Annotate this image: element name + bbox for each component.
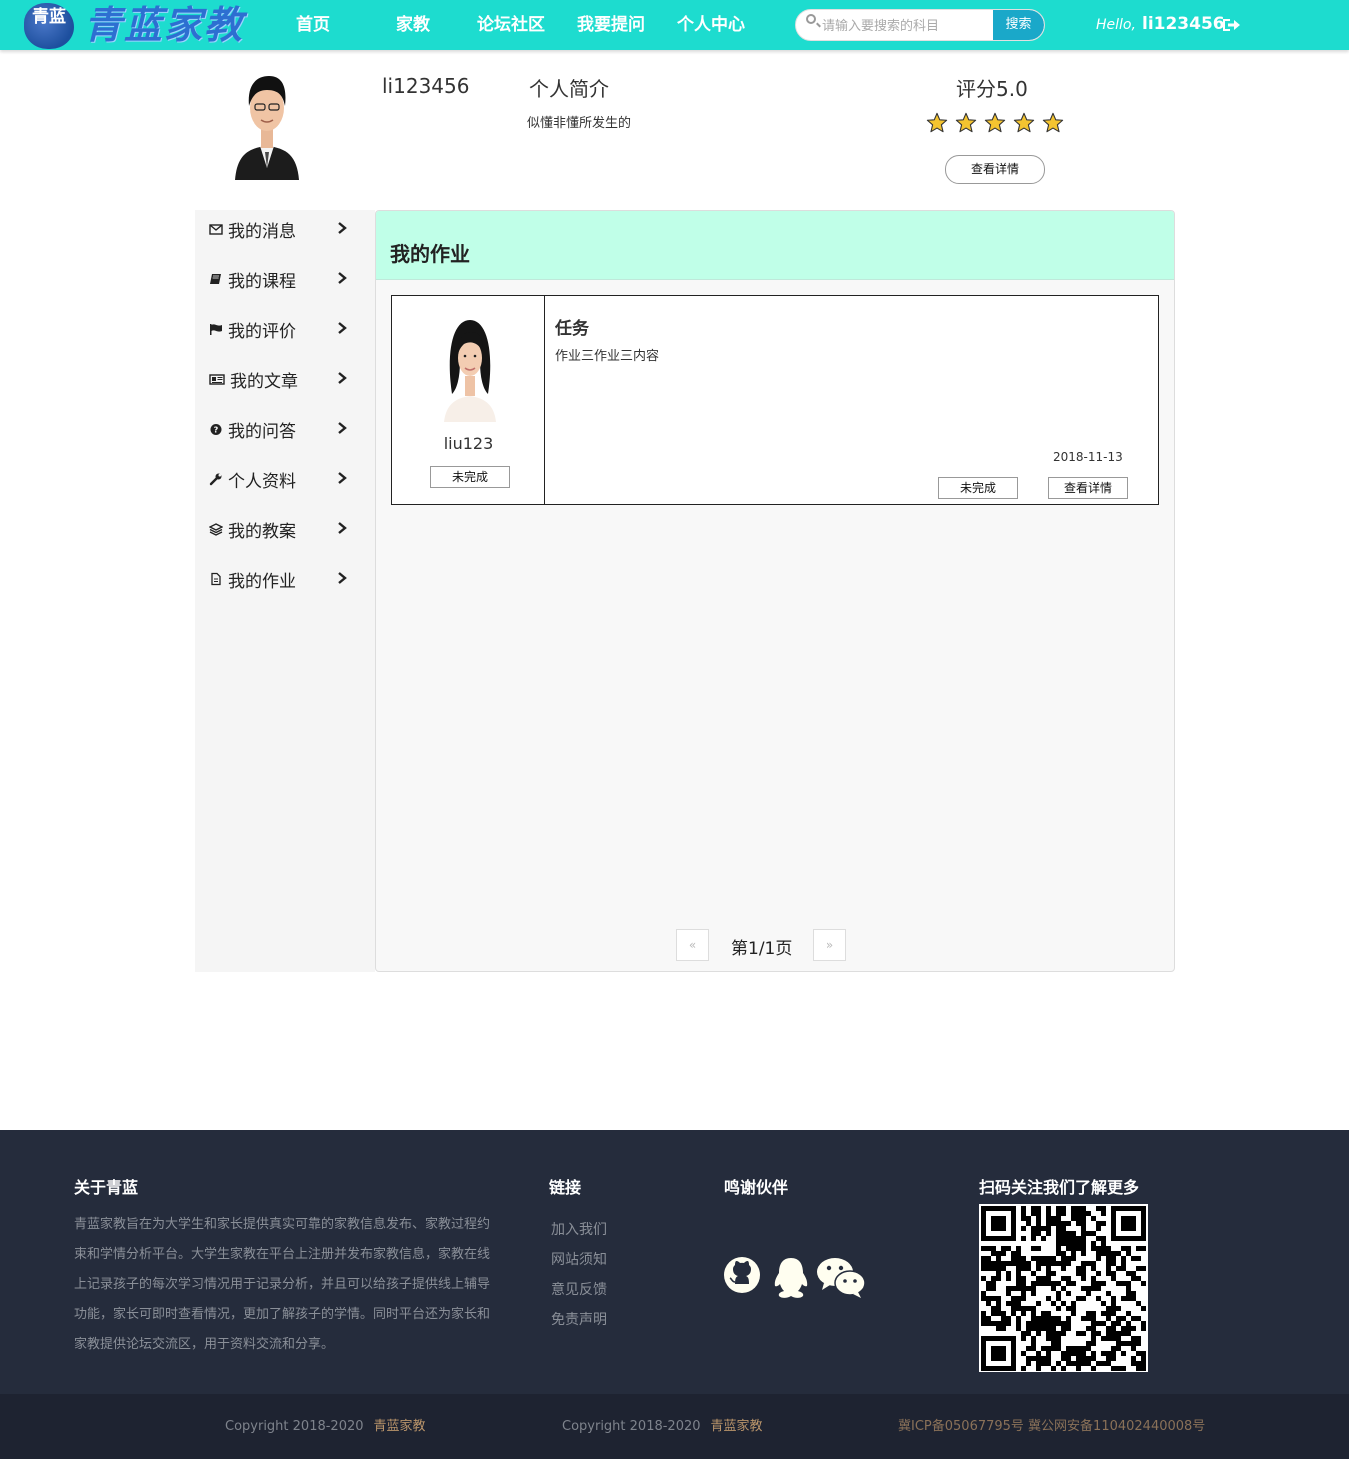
sidebar-item-label: 我的消息	[228, 222, 296, 242]
logo-seal: 青蓝	[24, 3, 74, 49]
page-indicator: 第1/1页	[731, 939, 793, 959]
footer-links-title: 链接	[549, 1178, 582, 1197]
task-date: 2018-11-13	[1053, 450, 1123, 464]
task-title: 任务	[555, 319, 589, 339]
copyright-bar: Copyright 2018-2020 青蓝家教 Copyright 2018-2…	[0, 1394, 1349, 1459]
sidebar-item-label: 我的评价	[228, 322, 296, 342]
svg-text:?: ?	[214, 426, 219, 435]
github-icon[interactable]	[723, 1256, 761, 1294]
footer: 关于青蓝 青蓝家教旨在为大学生和家长提供真实可靠的家教信息发布、家教过程约束和学…	[0, 1130, 1349, 1394]
logout-icon[interactable]	[1222, 17, 1240, 33]
copyright-2: Copyright 2018-2020 青蓝家教	[562, 1419, 763, 1434]
homework-detail-button[interactable]: 查看详情	[1048, 477, 1128, 499]
sidebar-item-reviews[interactable]: 我的评价	[195, 310, 375, 350]
chevron-right-icon	[338, 472, 347, 484]
teacher-avatar	[442, 314, 498, 422]
hello-text: Hello,	[1096, 17, 1136, 33]
sidebar-item-homework[interactable]: 我的作业	[195, 560, 375, 600]
newspaper-icon	[209, 374, 225, 385]
search-button[interactable]: 搜索	[993, 10, 1044, 40]
task-content: 作业三作业三内容	[555, 349, 660, 364]
bio-title: 个人简介	[529, 77, 609, 101]
nav-home[interactable]: 首页	[296, 13, 330, 37]
sidebar-item-lesson-plans[interactable]: 我的教案	[195, 510, 375, 550]
question-circle-icon: ?	[210, 424, 222, 435]
footer-qr-title: 扫码关注我们了解更多	[979, 1178, 1140, 1197]
sidebar-item-articles[interactable]: 我的文章	[195, 360, 375, 400]
logo-text: 青蓝家教	[84, 2, 245, 47]
top-navbar: 青蓝 青蓝家教 首页 家教 论坛社区 我要提问 个人中心 搜索 Hello, l…	[0, 0, 1349, 50]
star-icon	[955, 112, 977, 133]
panel-header: 我的作业	[376, 211, 1174, 280]
nav-forum[interactable]: 论坛社区	[477, 13, 545, 37]
profile-username: li123456	[382, 74, 470, 98]
sidebar-item-courses[interactable]: 我的课程	[195, 260, 375, 300]
envelope-icon	[209, 224, 223, 235]
search-input[interactable]	[822, 14, 987, 38]
nav-personal-center[interactable]: 个人中心	[677, 13, 745, 37]
wrench-icon	[209, 473, 222, 486]
icp-license[interactable]: 冀ICP备05067795号 冀公网安备110402440008号	[898, 1415, 1205, 1434]
nav-tutor[interactable]: 家教	[396, 13, 430, 37]
rating-score: 评分5.0	[956, 77, 1028, 101]
chevron-right-icon	[338, 272, 347, 284]
bio-text: 似懂非懂所发生的	[527, 116, 632, 131]
star-icon	[926, 112, 948, 133]
flag-icon	[210, 324, 222, 335]
nav-ask[interactable]: 我要提问	[577, 13, 645, 37]
chevron-right-icon	[338, 222, 347, 234]
sidebar-item-label: 个人资料	[228, 472, 296, 492]
file-icon	[211, 572, 221, 586]
homework-card: liu123 未完成 任务 作业三作业三内容 2018-11-13 未完成 查看…	[391, 295, 1159, 505]
copyright-1: Copyright 2018-2020 青蓝家教	[225, 1419, 426, 1434]
chevron-right-icon	[338, 522, 347, 534]
footer-partners-title: 鸣谢伙伴	[724, 1178, 789, 1197]
teacher-status-button[interactable]: 未完成	[430, 466, 510, 488]
layers-icon	[209, 523, 223, 536]
sidebar-item-label: 我的问答	[228, 422, 296, 442]
footer-link-join[interactable]: 加入我们	[551, 1219, 607, 1239]
sidebar-item-label: 我的作业	[228, 572, 296, 592]
teacher-name: liu123	[443, 434, 494, 453]
nav-username[interactable]: li123456	[1142, 14, 1225, 34]
prev-page-button[interactable]: «	[676, 929, 709, 961]
sidebar-item-label: 我的课程	[228, 272, 296, 292]
footer-about-text: 青蓝家教旨在为大学生和家长提供真实可靠的家教信息发布、家教过程约束和学情分析平台…	[74, 1217, 491, 1352]
rating-stars	[926, 112, 1066, 136]
site-logo[interactable]: 青蓝 青蓝家教	[24, 2, 250, 49]
star-icon	[1042, 112, 1064, 133]
sidebar-item-label: 我的教案	[228, 522, 296, 542]
chevron-right-icon	[338, 372, 347, 384]
sidebar-item-label: 我的文章	[230, 372, 298, 392]
homework-panel: 我的作业 liu123 未完成 任务 作业三作业三内容 2018-11-13 未…	[375, 210, 1175, 972]
book-icon	[210, 274, 221, 284]
chevron-right-icon	[338, 322, 347, 334]
qq-icon[interactable]	[770, 1256, 812, 1300]
footer-link-feedback[interactable]: 意见反馈	[551, 1279, 607, 1299]
qr-code-image	[979, 1204, 1148, 1372]
profile-detail-button[interactable]: 查看详情	[945, 155, 1045, 184]
status-button[interactable]: 未完成	[938, 477, 1018, 499]
footer-link-notice[interactable]: 网站须知	[551, 1249, 607, 1269]
chevron-right-icon	[338, 572, 347, 584]
footer-about-title: 关于青蓝	[74, 1178, 139, 1197]
next-page-button[interactable]: »	[813, 929, 846, 961]
sidebar-item-profile[interactable]: 个人资料	[195, 460, 375, 500]
user-avatar	[233, 68, 301, 180]
sidebar: 我的消息 我的课程 我的评价 我的文章 ? 我的问答 个人资料 我的教案 我的作…	[195, 210, 375, 972]
footer-link-disclaimer[interactable]: 免责声明	[551, 1309, 607, 1329]
chevron-right-icon	[338, 422, 347, 434]
wechat-icon[interactable]	[816, 1256, 866, 1300]
panel-title: 我的作业	[390, 242, 470, 266]
star-icon	[984, 112, 1006, 133]
sidebar-item-qa[interactable]: ? 我的问答	[195, 410, 375, 450]
sidebar-item-messages[interactable]: 我的消息	[195, 210, 375, 250]
search-box: 搜索	[795, 9, 1045, 41]
star-icon	[1013, 112, 1035, 133]
search-icon	[806, 14, 816, 24]
homework-teacher-column: liu123 未完成	[392, 296, 545, 504]
pagination: « 第1/1页 »	[676, 929, 876, 961]
